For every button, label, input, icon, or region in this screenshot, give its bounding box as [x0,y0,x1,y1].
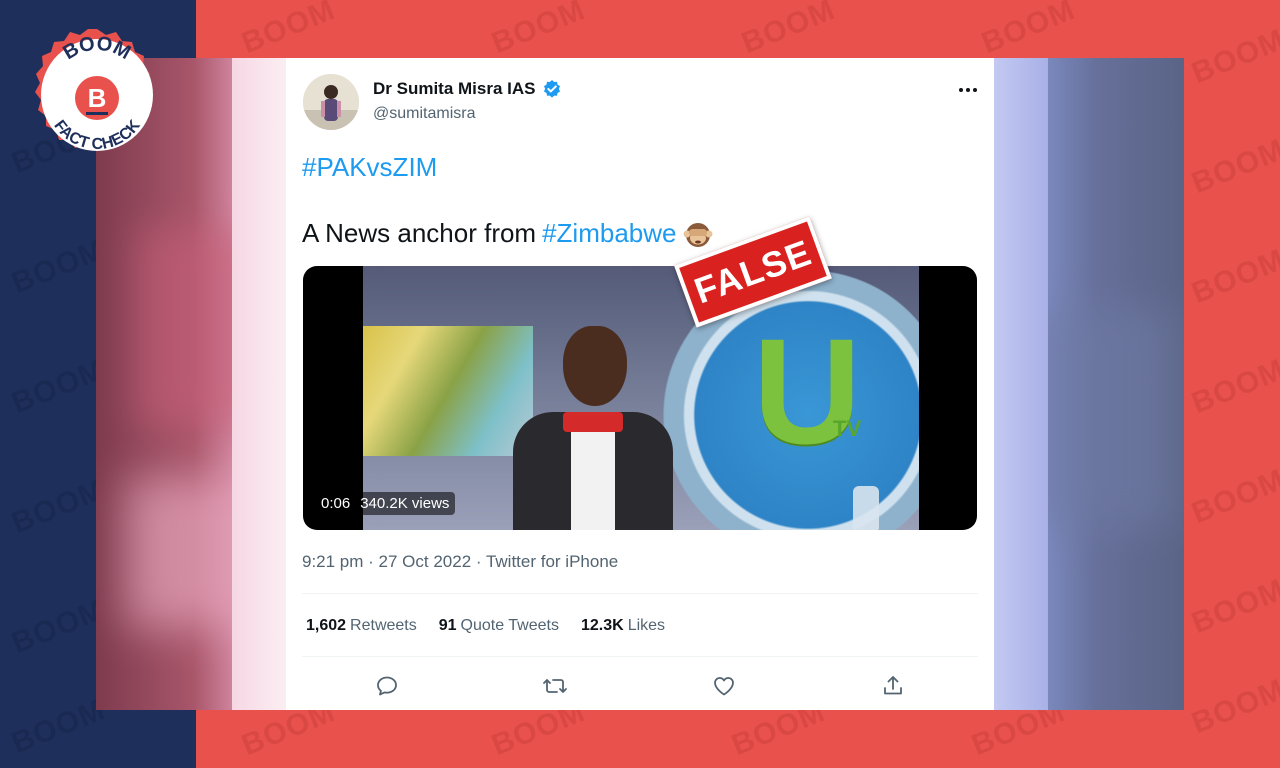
divider [302,656,978,657]
backdrop-strip-left [232,58,286,710]
author-handle[interactable]: @sumitamisra [373,105,475,123]
video-player[interactable]: U TV 0:06 340.2K views [303,266,977,530]
reply-icon[interactable] [371,670,403,702]
tweet-actions [286,670,994,702]
like-icon[interactable] [708,670,740,702]
avatar[interactable] [303,74,359,130]
video-duration: 0:06 [321,495,351,512]
retweet-icon[interactable] [539,670,571,702]
retweets-stat[interactable]: 1,602 Retweets [306,617,417,635]
quote-tweets-count: 91 [438,617,457,634]
watermark: BOOM [977,0,1080,61]
quote-tweets-label: Quote Tweets [460,617,559,634]
news-anchor-figure [513,326,673,530]
likes-stat[interactable]: 12.3K Likes [581,617,665,635]
engagement-stats: 1,602 Retweets 91 Quote Tweets 12.3K Likes [306,617,665,635]
boom-fact-check-logo: BOOM FACT CHECK B [28,26,166,164]
more-options-icon[interactable] [954,78,982,102]
tweet-text-prefix: A News anchor from [302,218,537,248]
backdrop-strip-right [994,58,1048,710]
share-icon[interactable] [877,670,909,702]
watermark: BOOM [487,0,590,61]
tweet-card: Dr Sumita Misra IAS @sumitamisra #PAKvsZ… [286,58,994,710]
retweets-count: 1,602 [306,617,347,634]
likes-label: Likes [627,617,666,634]
logo-letter: B [88,83,107,113]
video-info-badge: 0:06 340.2K views [315,492,456,515]
hashtag-link[interactable]: #Zimbabwe [542,218,676,249]
watermark: BOOM [737,0,840,61]
retweets-label: Retweets [350,617,417,634]
video-frame: U TV [363,266,919,530]
tweet-text: A News anchor from #Zimbabwe [302,218,713,249]
likes-count: 12.3K [580,617,624,634]
tweet-timestamp[interactable]: 9:21 pm · 27 Oct 2022 · Twitter for iPho… [302,552,618,572]
divider [302,593,978,594]
quote-tweets-stat[interactable]: 91 Quote Tweets [439,617,559,635]
hashtag-link[interactable]: #PAKvsZIM [302,152,437,183]
video-views: 340.2K views [360,495,450,512]
verified-badge-icon [542,79,562,99]
watermark: BOOM [237,0,340,61]
see-no-evil-monkey-icon [683,219,713,249]
channel-logo-icon: U [753,307,862,475]
channel-logo-tv-icon: TV [833,416,862,441]
author-name[interactable]: Dr Sumita Misra IAS [373,79,536,99]
